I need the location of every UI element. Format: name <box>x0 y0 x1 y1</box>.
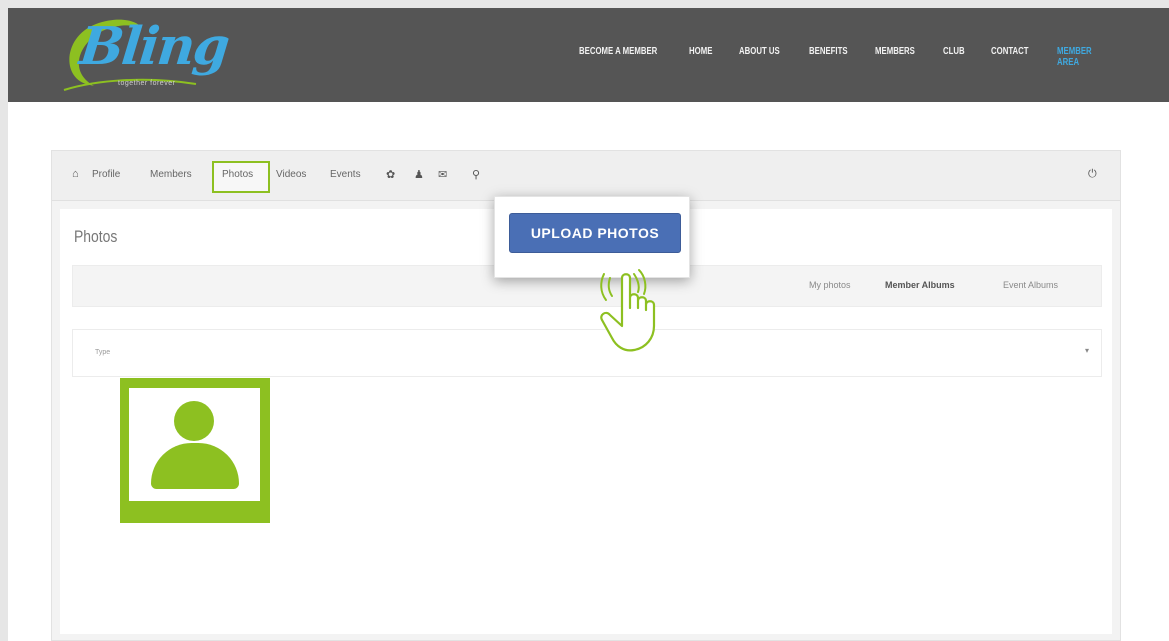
page: Bling together forever BECOME A MEMBER H… <box>8 8 1169 641</box>
filter-event-albums[interactable]: Event Albums <box>1003 280 1058 290</box>
toolbar-videos[interactable]: Videos <box>276 169 306 180</box>
nav-become-member[interactable]: BECOME A MEMBER <box>579 42 666 72</box>
nav-contact[interactable]: CONTACT <box>991 42 1044 72</box>
page-title: Photos <box>74 227 118 246</box>
main-nav: BECOME A MEMBER HOME ABOUT US BENEFITS M… <box>579 42 1125 72</box>
avatar-head-icon <box>174 401 214 441</box>
filter-my-photos[interactable]: My photos <box>809 280 851 290</box>
toolbar-profile[interactable]: Profile <box>92 169 120 180</box>
mail-icon[interactable]: ✉ <box>438 168 447 181</box>
home-icon[interactable]: ⌂ <box>72 168 79 180</box>
filter-member-albums[interactable]: Member Albums <box>885 280 955 290</box>
photo-avatar[interactable] <box>120 378 270 523</box>
avatar-body-icon <box>151 443 239 489</box>
puzzle-icon[interactable]: ✿ <box>386 168 395 181</box>
nav-home[interactable]: HOME <box>689 42 730 72</box>
pointing-hand-icon <box>600 269 656 352</box>
toolbar-members[interactable]: Members <box>150 169 192 180</box>
nav-about-us[interactable]: ABOUT US <box>739 42 795 72</box>
user-icon[interactable]: ♟ <box>414 168 424 181</box>
logo-tagline: together forever <box>118 80 176 87</box>
logo-text: Bling <box>76 16 231 77</box>
search-icon[interactable]: ⚲ <box>472 168 480 181</box>
avatar-frame <box>129 388 260 501</box>
nav-members[interactable]: MEMBERS <box>875 42 930 72</box>
type-select-placeholder: Type <box>95 349 111 356</box>
member-toolbar: ⌂ Profile Members Photos Videos Events ✿… <box>52 151 1120 201</box>
nav-member-area[interactable]: MEMBER AREA <box>1057 42 1112 72</box>
power-icon[interactable]: ⏻ <box>1088 168 1097 181</box>
nav-benefits[interactable]: BENEFITS <box>809 42 862 72</box>
toolbar-photos-highlight[interactable]: Photos <box>212 161 270 193</box>
site-header: Bling together forever BECOME A MEMBER H… <box>8 8 1169 102</box>
toolbar-events[interactable]: Events <box>330 169 361 180</box>
upload-photos-button[interactable]: UPLOAD PHOTOS <box>509 213 681 253</box>
nav-club[interactable]: CLUB <box>943 42 982 72</box>
bling-logo[interactable]: Bling together forever <box>56 14 231 98</box>
chevron-down-icon: ▾ <box>1084 346 1089 355</box>
toolbar-photos: Photos <box>222 169 254 180</box>
